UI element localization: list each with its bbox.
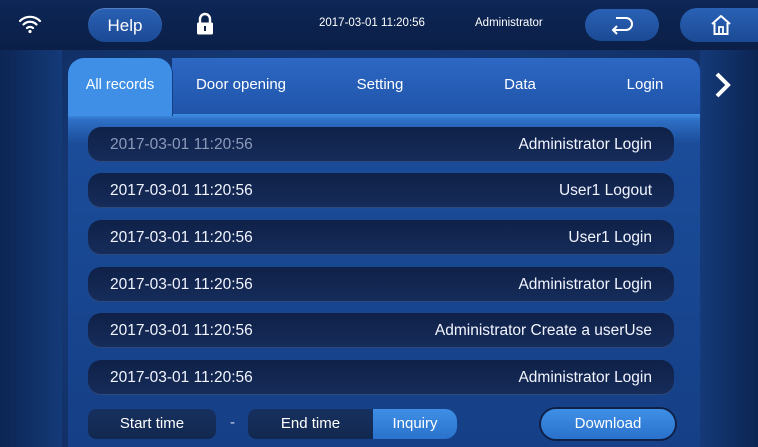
record-event: User1 Login	[568, 229, 652, 246]
tab-all-records[interactable]: All records	[68, 58, 173, 116]
lock-icon[interactable]	[195, 12, 215, 36]
record-event: Administrator Login	[518, 276, 652, 293]
record-time: 2017-03-01 11:20:56	[110, 136, 253, 153]
tab-data[interactable]: Data	[450, 58, 591, 116]
record-time: 2017-03-01 11:20:56	[110, 322, 253, 339]
range-separator: -	[230, 414, 235, 431]
inquiry-button[interactable]: Inquiry	[373, 409, 457, 439]
help-button[interactable]: Help	[88, 8, 162, 42]
start-time-field[interactable]: Start time	[88, 409, 216, 439]
record-event: Administrator Login	[518, 369, 652, 386]
tab-door-opening[interactable]: Door opening	[172, 58, 311, 116]
end-time-field[interactable]: End time	[248, 409, 373, 439]
record-time: 2017-03-01 11:20:56	[110, 229, 253, 246]
back-button[interactable]	[585, 9, 659, 41]
tab-login[interactable]: Login	[590, 58, 701, 116]
record-time: 2017-03-01 11:20:56	[110, 369, 253, 386]
record-row[interactable]: 2017-03-01 11:20:56 User1 Login	[88, 220, 674, 255]
record-row[interactable]: 2017-03-01 11:20:56 Administrator Login	[88, 267, 674, 302]
top-bar: Help 2017-03-01 11:20:56 Administrator	[0, 0, 758, 50]
tab-setting[interactable]: Setting	[310, 58, 451, 116]
right-side-decoration	[700, 50, 758, 447]
record-event: User1 Logout	[558, 182, 652, 199]
record-row[interactable]: 2017-03-01 11:20:56 Administrator Login	[88, 127, 674, 162]
left-side-decoration	[0, 50, 62, 447]
home-button[interactable]	[680, 8, 758, 42]
record-event: Administrator Login	[518, 136, 652, 153]
record-event: Administrator Create a userUse	[434, 322, 652, 339]
current-user: Administrator	[475, 17, 543, 29]
chevron-right-icon[interactable]	[712, 70, 734, 100]
download-button[interactable]: Download	[541, 409, 675, 439]
record-time: 2017-03-01 11:20:56	[110, 276, 253, 293]
record-row[interactable]: 2017-03-01 11:20:56 Administrator Create…	[88, 313, 674, 348]
current-datetime: 2017-03-01 11:20:56	[319, 17, 425, 29]
back-arrow-icon	[611, 17, 633, 35]
record-row[interactable]: 2017-03-01 11:20:56 Administrator Login	[88, 360, 674, 395]
home-icon	[711, 15, 731, 35]
wifi-icon	[18, 15, 42, 34]
record-row[interactable]: 2017-03-01 11:20:56 User1 Logout	[88, 173, 674, 208]
record-tabs: All records Door opening Setting Data Lo…	[68, 58, 701, 116]
record-time: 2017-03-01 11:20:56	[110, 182, 253, 199]
records-panel: 2017-03-01 11:20:56 Administrator Login …	[68, 114, 700, 447]
